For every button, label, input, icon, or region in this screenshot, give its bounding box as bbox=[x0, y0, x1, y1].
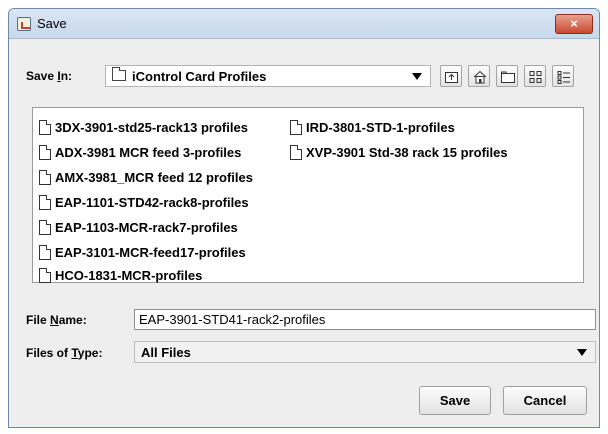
file-list[interactable]: 3DX-3901-std25-rack13 profiles ADX-3981 … bbox=[32, 107, 584, 283]
files-of-type-label-prefix: Files of bbox=[26, 346, 72, 360]
file-item-label: EAP-1103-MCR-rack7-profiles bbox=[55, 220, 238, 235]
title-bar[interactable]: Save × bbox=[9, 9, 599, 39]
file-icon bbox=[39, 120, 51, 135]
save-in-label-suffix: n: bbox=[60, 69, 73, 83]
save-in-folder: iControl Card Profiles bbox=[132, 69, 267, 84]
java-app-icon bbox=[17, 17, 31, 31]
file-icon bbox=[39, 220, 51, 235]
file-item[interactable]: 3DX-3901-std25-rack13 profiles bbox=[39, 118, 248, 138]
file-name-label-prefix: File bbox=[26, 313, 51, 327]
files-of-type-dropdown[interactable]: All Files bbox=[134, 341, 596, 363]
file-item[interactable]: AMX-3981_MCR feed 12 profiles bbox=[39, 168, 253, 188]
file-item-label: EAP-3101-MCR-feed17-profiles bbox=[55, 245, 246, 260]
window-title: Save bbox=[37, 16, 67, 31]
file-item[interactable]: IRD-3801-STD-1-profiles bbox=[290, 118, 455, 138]
chevron-down-icon bbox=[577, 349, 587, 356]
file-icon bbox=[39, 145, 51, 160]
file-item-label: AMX-3981_MCR feed 12 profiles bbox=[55, 170, 253, 185]
file-icon bbox=[39, 195, 51, 210]
details-view-button[interactable] bbox=[552, 65, 574, 87]
file-name-label-mnemonic: N bbox=[50, 313, 59, 327]
file-name-label-suffix: ame: bbox=[58, 313, 87, 327]
file-item-label: HCO-1831-MCR-profiles bbox=[55, 268, 203, 283]
file-item[interactable]: ADX-3981 MCR feed 3-profiles bbox=[39, 143, 241, 163]
up-one-level-icon bbox=[445, 72, 458, 83]
save-in-label: Save In: bbox=[26, 69, 72, 83]
files-of-type-selected: All Files bbox=[141, 345, 191, 360]
file-item-label: XVP-3901 Std-38 rack 15 profiles bbox=[306, 145, 508, 160]
new-folder-button[interactable] bbox=[496, 65, 518, 87]
file-icon bbox=[39, 245, 51, 260]
new-folder-icon bbox=[501, 71, 515, 83]
up-one-level-button[interactable] bbox=[440, 65, 462, 87]
close-button[interactable]: × bbox=[555, 14, 593, 34]
save-dialog: Save × Save In: iControl Card Profiles 3… bbox=[8, 8, 600, 428]
file-name-label: File Name: bbox=[26, 313, 87, 327]
details-view-icon bbox=[557, 71, 570, 84]
save-in-label-prefix: Save bbox=[26, 69, 58, 83]
file-item[interactable]: XVP-3901 Std-38 rack 15 profiles bbox=[290, 143, 508, 163]
file-item[interactable]: EAP-3101-MCR-feed17-profiles bbox=[39, 243, 246, 263]
file-item-label: 3DX-3901-std25-rack13 profiles bbox=[55, 120, 248, 135]
files-of-type-label-suffix: ype: bbox=[77, 346, 103, 360]
file-icon bbox=[39, 170, 51, 185]
file-icon bbox=[39, 268, 51, 283]
cancel-button[interactable]: Cancel bbox=[503, 386, 587, 415]
file-item-label: IRD-3801-STD-1-profiles bbox=[306, 120, 455, 135]
file-icon bbox=[290, 145, 302, 160]
save-in-dropdown[interactable]: iControl Card Profiles bbox=[105, 65, 431, 87]
file-item-label: EAP-1101-STD42-rack8-profiles bbox=[55, 195, 249, 210]
save-button[interactable]: Save bbox=[419, 386, 491, 415]
file-name-input[interactable] bbox=[134, 309, 596, 330]
file-item-label: ADX-3981 MCR feed 3-profiles bbox=[55, 145, 242, 160]
home-icon bbox=[473, 70, 487, 84]
list-view-button[interactable] bbox=[524, 65, 546, 87]
file-item[interactable]: HCO-1831-MCR-profiles bbox=[39, 268, 202, 284]
home-button[interactable] bbox=[468, 65, 490, 87]
files-of-type-label: Files of Type: bbox=[26, 346, 102, 360]
list-view-icon bbox=[529, 71, 542, 83]
chevron-down-icon bbox=[412, 73, 422, 80]
folder-icon bbox=[112, 67, 126, 81]
file-item[interactable]: EAP-1101-STD42-rack8-profiles bbox=[39, 193, 249, 213]
file-icon bbox=[290, 120, 302, 135]
file-item[interactable]: EAP-1103-MCR-rack7-profiles bbox=[39, 218, 238, 238]
